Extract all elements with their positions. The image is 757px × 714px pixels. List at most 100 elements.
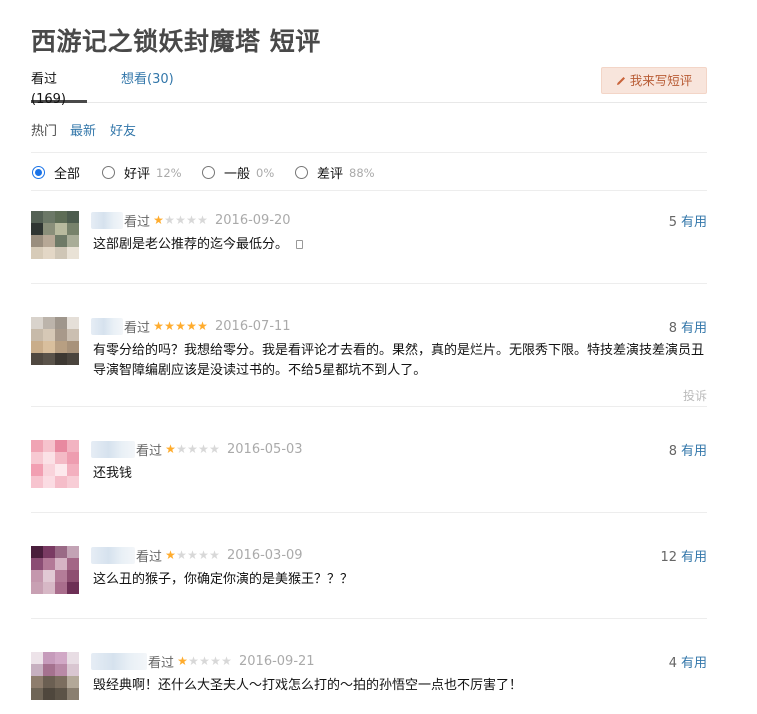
username[interactable] [91,440,135,458]
tab-watched[interactable]: 看过(169) [31,70,87,107]
star-icon: ★ [175,213,186,227]
radio-all[interactable] [32,166,45,179]
star-icon: ★ [176,442,187,456]
useful-vote[interactable]: 5 有用 [669,211,707,230]
phone-icon [296,240,304,249]
username[interactable] [91,317,123,335]
filter-positive-pct: 12% [156,165,182,180]
comment-item: 看过 ★ ★ ★ ★ ★ 2016-05-03 8 有用 还我钱 [31,440,707,513]
filter-positive-label: 好评 [124,167,151,182]
comment-date: 2016-07-11 [215,318,291,334]
star-icon: ★ [197,213,208,227]
filter-neutral-pct: 0% [256,165,275,180]
comment-meta: 看过 ★ ★ ★ ★ ★ 2016-05-03 [91,440,303,459]
comment-item: 看过 ★ ★ ★ ★ ★ 2016-07-11 8 有用 有零分给的吗？我想给零分。我是看… [31,317,707,407]
sort-latest[interactable]: 最新 [70,120,96,139]
comment-item: 看过 ★ ★ ★ ★ ★ 2016-03-09 12 有用 这么丑的猴子，你确定你演的是美… [31,546,707,619]
username[interactable] [91,546,135,564]
useful-label[interactable]: 有用 [681,215,707,230]
comment-date: 2016-09-20 [215,212,291,228]
useful-label[interactable]: 有用 [681,321,707,336]
radio-negative[interactable] [295,166,308,179]
radio-neutral[interactable] [202,166,215,179]
filter-all[interactable]: 全部 [32,163,80,182]
comment-text: 有零分给的吗？我想给零分。我是看评论才去看的。果然，真的是烂片。无限秀下限。特技… [93,343,705,378]
avatar[interactable] [31,440,79,488]
radio-positive[interactable] [102,166,115,179]
star-icon: ★ [186,213,197,227]
comment-date: 2016-09-21 [239,653,315,669]
avatar[interactable] [31,211,79,259]
watched-status: 看过 [136,549,163,565]
watched-status: 看过 [124,214,151,230]
rating-stars: ★ ★ ★ ★ ★ [165,443,220,455]
sort-hot[interactable]: 热门 [31,120,57,139]
star-icon: ★ [165,442,176,456]
tab-want-to-watch[interactable]: 想看(30) [121,70,174,103]
useful-label[interactable]: 有用 [681,550,707,565]
comment-item: 看过 ★ ★ ★ ★ ★ 2016-09-21 4 有用 毁经典啊！还什么大圣夫人～打戏怎… [31,652,707,714]
star-icon: ★ [221,654,232,668]
useful-label[interactable]: 有用 [681,444,707,459]
comment-date: 2016-03-09 [227,547,303,563]
write-review-button[interactable]: 我来写短评 [601,67,707,94]
avatar[interactable] [31,652,79,700]
rating-filters: 全部 好评 12% 一般 0% 差评 88% [31,161,707,191]
rating-stars: ★ ★ ★ ★ ★ [153,214,208,226]
comment-date: 2016-05-03 [227,441,303,457]
username[interactable] [91,652,147,670]
filter-neutral[interactable]: 一般 0% [202,163,274,182]
star-icon: ★ [198,548,209,562]
comment-item: 看过 ★ ★ ★ ★ ★ 2016-09-20 5 有用 这部剧是老公推荐的迄今最低分。 [31,211,707,284]
useful-label[interactable]: 有用 [681,656,707,671]
write-review-label: 我来写短评 [629,73,693,88]
filter-positive[interactable]: 好评 12% [102,163,182,182]
useful-count: 12 [660,550,677,565]
watched-status: 看过 [148,655,175,671]
rating-stars: ★ ★ ★ ★ ★ [153,320,208,332]
watched-status: 看过 [136,443,163,459]
useful-count: 5 [668,215,677,230]
username[interactable] [91,211,123,229]
avatar[interactable] [31,546,79,594]
comment-meta: 看过 ★ ★ ★ ★ ★ 2016-03-09 [91,546,303,565]
star-icon: ★ [177,654,188,668]
star-icon: ★ [186,319,197,333]
comment-text: 这么丑的猴子，你确定你演的是美猴王？？？ [93,572,354,587]
star-icon: ★ [199,654,210,668]
pencil-icon [616,77,625,85]
useful-count: 8 [668,321,677,336]
star-icon: ★ [164,319,175,333]
star-icon: ★ [165,548,176,562]
useful-vote[interactable]: 4 有用 [669,652,707,671]
star-icon: ★ [153,213,164,227]
avatar[interactable] [31,317,79,365]
filter-negative[interactable]: 差评 88% [295,163,375,182]
star-icon: ★ [188,654,199,668]
rating-stars: ★ ★ ★ ★ ★ [177,655,232,667]
star-icon: ★ [187,442,198,456]
comment-text: 毁经典啊！还什么大圣夫人～打戏怎么打的～拍的孙悟空一点也不厉害了！ [93,678,523,693]
useful-vote[interactable]: 8 有用 [669,317,707,336]
comment-body: 这部剧是老公推荐的迄今最低分。 [93,237,289,252]
comment-text: 还我钱 [93,466,133,481]
useful-vote[interactable]: 12 有用 [660,546,707,565]
filter-all-label: 全部 [54,167,81,182]
star-icon: ★ [210,654,221,668]
useful-vote[interactable]: 8 有用 [669,440,707,459]
comment-meta: 看过 ★ ★ ★ ★ ★ 2016-09-20 [91,211,291,230]
comment-meta: 看过 ★ ★ ★ ★ ★ 2016-07-11 [91,317,291,336]
useful-count: 4 [668,656,677,671]
comment-meta: 看过 ★ ★ ★ ★ ★ 2016-09-21 [91,652,315,671]
filter-neutral-label: 一般 [224,167,251,182]
page-title: 西游记之锁妖封魔塔 短评 [31,27,321,56]
report-link[interactable]: 投诉 [683,387,707,404]
comment-text: 这部剧是老公推荐的迄今最低分。 [93,235,705,255]
sort-friends[interactable]: 好友 [110,120,136,139]
star-icon: ★ [176,548,187,562]
star-icon: ★ [198,442,209,456]
rating-stars: ★ ★ ★ ★ ★ [165,549,220,561]
useful-count: 8 [668,444,677,459]
filter-negative-pct: 88% [349,165,375,180]
star-icon: ★ [153,319,164,333]
